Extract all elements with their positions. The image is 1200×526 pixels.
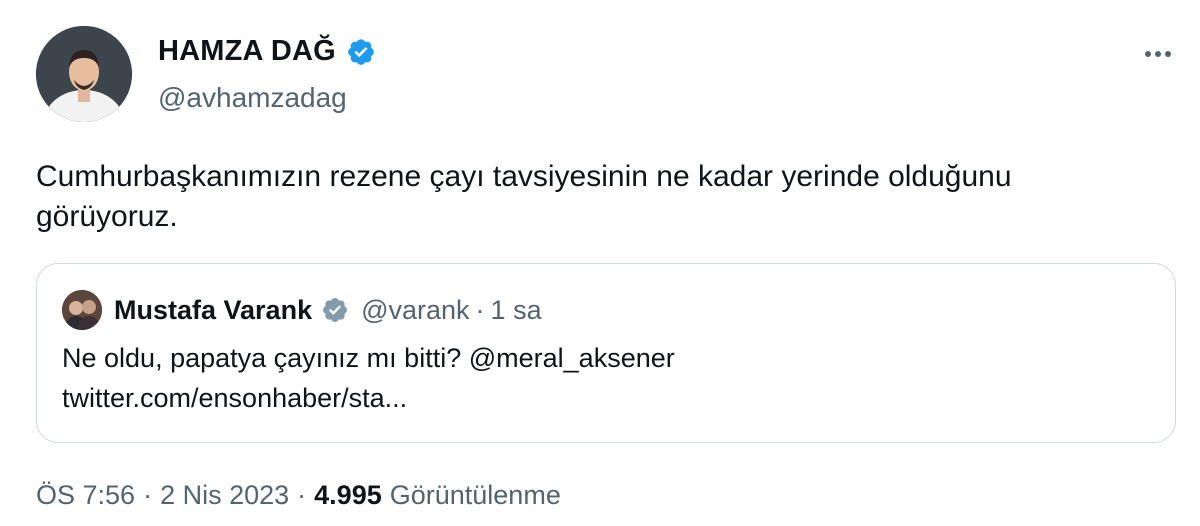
views-label: Görüntülenme [389,480,561,510]
verified-badge-icon[interactable] [346,37,376,67]
author-name-row: HAMZA DAĞ [158,35,376,68]
verified-badge-gray-icon [321,296,349,324]
tweet-meta: ÖS 7:56 · 2 Nis 2023 · 4.995 Görüntülenm… [36,480,561,511]
more-dots-icon [1145,51,1151,57]
separator-dot: · [297,480,307,510]
quoted-author-avatar[interactable] [62,290,102,330]
more-dots-icon [1155,51,1161,57]
author-avatar[interactable] [36,26,132,122]
quoted-tweet-header: Mustafa Varank @varank · 1 sa [62,290,542,330]
quoted-timestamp[interactable]: 1 sa [491,295,542,326]
more-dots-icon [1165,51,1171,57]
quoted-author-name[interactable]: Mustafa Varank [114,295,312,326]
tweet-date[interactable]: 2 Nis 2023 [160,480,289,511]
separator-dot: · [143,480,153,510]
tweet-text-line: Cumhurbaşkanımızın rezene çayı tavsiyesi… [36,160,1012,193]
author-name[interactable]: HAMZA DAĞ [158,35,336,68]
tweet-card: HAMZA DAĞ @avhamzadag Cumhurbaşkanımızın… [0,0,1200,526]
views-count[interactable]: 4.995 [314,480,382,511]
author-handle[interactable]: @avhamzadag [158,82,347,114]
separator-dot: · [475,294,485,325]
quoted-avatar-image [62,290,102,330]
quoted-tweet[interactable]: Mustafa Varank @varank · 1 sa Ne oldu, p… [36,263,1176,443]
quoted-tweet-text: Ne oldu, papatya çayınız mı bitti? @mera… [62,338,1152,418]
tweet-text: Cumhurbaşkanımızın rezene çayı tavsiyesi… [36,157,1186,237]
tweet-time[interactable]: ÖS 7:56 [36,480,135,511]
quoted-text-body: Ne oldu, papatya çayınız mı bitti? [62,343,462,373]
avatar-image [36,26,132,122]
quoted-url-link[interactable]: twitter.com/ensonhaber/sta... [62,378,1152,418]
quoted-author-handle[interactable]: @varank [361,295,469,326]
more-options-button[interactable] [1138,40,1178,68]
tweet-text-line: görüyoruz. [36,200,178,233]
quoted-mention-link[interactable]: @meral_aksener [469,343,675,373]
